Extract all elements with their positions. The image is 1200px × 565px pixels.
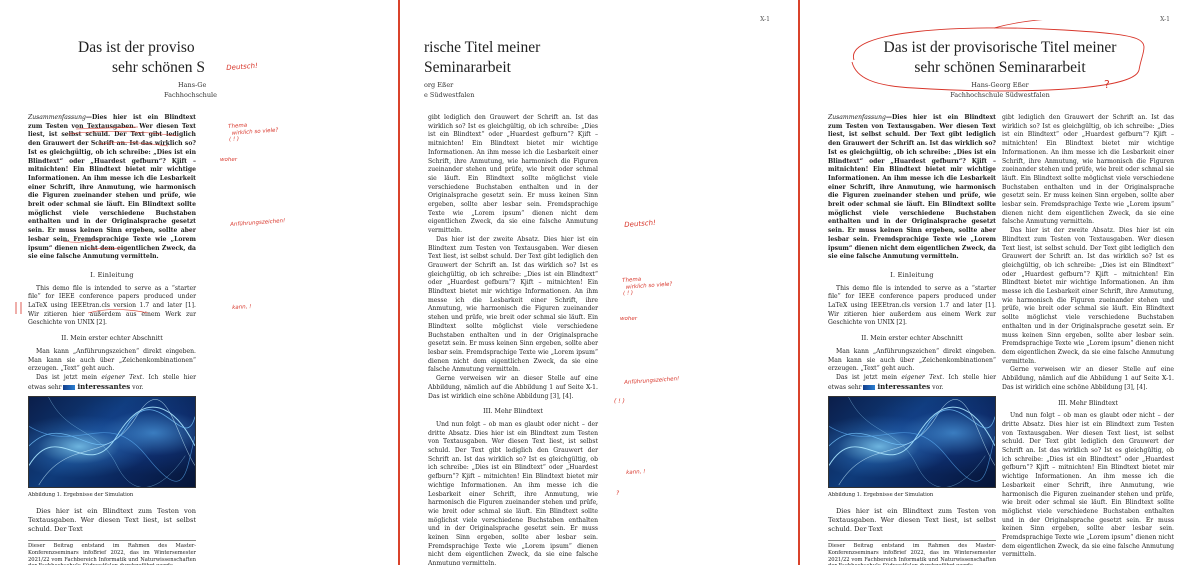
annotation-bracket: ( ! ) <box>614 398 625 405</box>
annotation-question: ? <box>616 490 620 497</box>
author-block-partial: org Eßer e Südwestfalen <box>424 81 475 99</box>
annotation-anfuehrung: Anführungszeichen! <box>624 376 680 386</box>
body-paragraph-bottom: Dies hier ist ein Blindtext zum Testen v… <box>828 507 996 534</box>
paper-title-partial: Das ist der proviso sehr schönen S <box>78 39 205 76</box>
page-view-right: X-1 Das ist der provisorische Titel mein… <box>800 0 1200 565</box>
annotation-deutsch: Deutsch! <box>624 218 657 229</box>
body-paragraph: Und nun folgt – ob man es glaubt oder ni… <box>428 420 598 565</box>
right-column: gibt lediglich den Grauwert der Schrift … <box>1002 114 1174 560</box>
section-heading: I. Einleitung <box>890 270 934 279</box>
margin-mark-icon <box>15 302 22 314</box>
figure-image <box>828 396 996 489</box>
section-heading: III. Mehr Blindtext <box>1058 399 1118 407</box>
subsection-heading: II. Mein erster echter Abschnitt <box>861 335 963 343</box>
annotation-strokes <box>62 126 179 314</box>
body-paragraph: Man kann „Anführungszeichen“ direkt eing… <box>828 347 996 373</box>
page-view-left: Das ist der proviso sehr schönen S Hans-… <box>0 0 400 565</box>
body-paragraph: gibt lediglich den Grauwert der Schrift … <box>1002 114 1174 226</box>
section-heading: III. Mehr Blindtext <box>483 408 543 416</box>
figure-caption: Abbildung 1. Ergebnisse der Simulation <box>828 492 934 499</box>
paper-title-partial: rische Titel meiner Seminararbeit <box>424 39 541 76</box>
annotation-woher: woher <box>620 316 637 322</box>
figure-caption: Abbildung 1. Ergebnisse der Simulation <box>28 492 134 499</box>
annotation-margin-mark <box>14 302 24 316</box>
body-paragraph: Das hier ist der zweite Absatz. Dies hie… <box>1002 227 1174 365</box>
left-column: Zusammenfassung—Dies hier ist ein Blindt… <box>828 114 996 565</box>
footnote: Dieser Beitrag entstand im Rahmen des Ma… <box>828 540 996 565</box>
body-paragraph: Und nun folgt – ob man es glaubt oder ni… <box>1002 412 1174 559</box>
figure-image <box>28 396 196 489</box>
body-paragraph-own: Das ist jetzt mein eigener Text. Ich ste… <box>828 373 997 391</box>
inline-image <box>863 384 876 390</box>
subsection-heading: II. Mein erster echter Abschnitt <box>61 335 163 343</box>
right-column: gibt lediglich den Grauwert der Schrift … <box>428 114 598 565</box>
intro-paragraph: This demo file is intended to serve as a… <box>828 284 996 327</box>
body-paragraph: gibt lediglich den Grauwert der Schrift … <box>428 114 598 235</box>
annotation-thema: Thema wirklich so viele? ( ! ) <box>228 122 279 143</box>
annotation-anfuehrung: Anführungszeichen! <box>230 218 286 228</box>
author-block-partial: Hans-Ge Fachhochschule <box>164 81 217 99</box>
body-paragraph-bottom: Dies hier ist ein Blindtext zum Testen v… <box>28 507 196 534</box>
body-paragraph-own: Das ist jetzt mein eigener Text. Ich ste… <box>28 373 197 391</box>
body-paragraph: Gerne verweisen wir an dieser Stelle auf… <box>428 375 598 400</box>
annotation-question: ? <box>1104 78 1110 91</box>
body-paragraph: Man kann „Anführungszeichen“ direkt eing… <box>28 347 196 373</box>
annotation-thema: Thema wirklich so viele? ( ! ) <box>622 276 673 297</box>
body-paragraph: Das hier ist der zweite Absatz. Dies hie… <box>428 235 598 374</box>
page-view-middle: X-1 rische Titel meiner Seminararbeit or… <box>400 0 800 565</box>
body-paragraph: Gerne verweisen wir an dieser Stelle auf… <box>1002 366 1174 391</box>
page-number: X-1 <box>760 16 770 23</box>
abstract: Zusammenfassung—Dies hier ist ein Blindt… <box>828 114 996 261</box>
footnote: Dieser Beitrag entstand im Rahmen des Ma… <box>28 540 196 565</box>
annotation-kommt: kann, ! <box>626 468 646 476</box>
inline-image <box>63 384 76 390</box>
annotation-kommt: kann, ! <box>232 303 252 311</box>
title-circle-annotation <box>851 20 1145 92</box>
